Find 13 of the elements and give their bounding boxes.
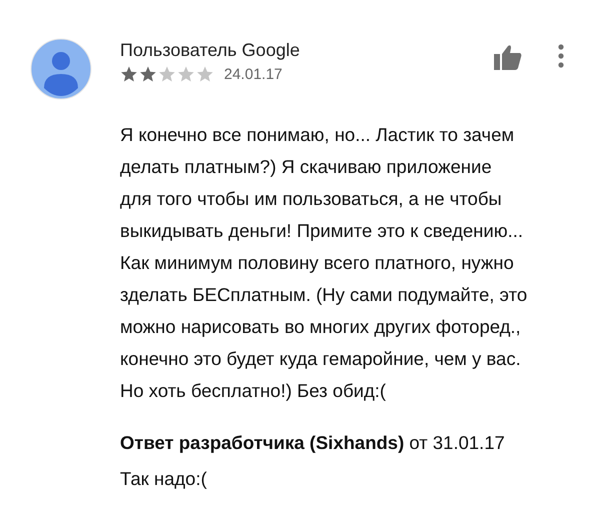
- review-text: Я конечно все понимаю, но... Ластик то зачем делать платным?) Я скачиваю приложение для того чтобы им пользоваться, а не чтобы выкидывать деньги! Примите это к сведению... Как минимум половину всего платного, нужно зделать БЕСплатным. (Ну сами подумайте, это можно нарисовать во многих других фоторед., конечно это будет куда гемаройние, чем у вас. Но хоть бесплатно!) Без обид:(: [120, 123, 528, 403]
- star-icon: [139, 65, 157, 83]
- thumbs-up-icon[interactable]: [494, 44, 522, 70]
- review-date: 24.01.17: [224, 66, 282, 82]
- more-options-icon[interactable]: [558, 44, 564, 68]
- developer-reply-text: Так надо:(: [120, 467, 208, 491]
- star-icon: [177, 65, 195, 83]
- star-icon: [120, 65, 138, 83]
- avatar-icon: [30, 38, 92, 100]
- author-name: Пользователь Google: [120, 40, 301, 61]
- star-icon: [158, 65, 176, 83]
- star-icon: [196, 65, 214, 83]
- developer-reply-header: Ответ разработчика (Sixhands) от 31.01.17: [120, 431, 506, 455]
